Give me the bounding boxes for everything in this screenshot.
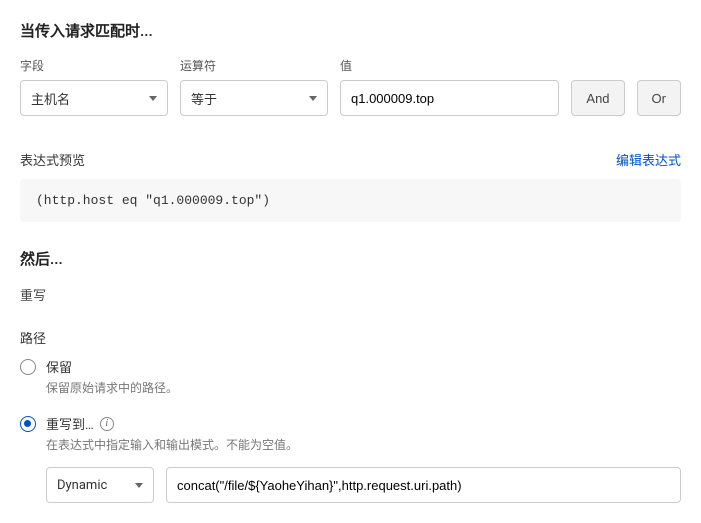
radio-rewrite-desc: 在表达式中指定输入和输出模式。不能为空值。 (46, 436, 298, 453)
value-input[interactable] (351, 81, 548, 115)
then-title: 然后... (20, 248, 681, 269)
radio-icon (20, 416, 36, 432)
radio-preserve-desc: 保留原始请求中的路径。 (46, 379, 178, 396)
chevron-down-icon (309, 96, 317, 101)
field-select-value: 主机名 (31, 89, 141, 108)
radio-option-rewrite[interactable]: 重写到… i 在表达式中指定输入和输出模式。不能为空值。 (20, 414, 681, 453)
value-label: 值 (340, 57, 559, 74)
match-title: 当传入请求匹配时... (20, 20, 681, 41)
radio-preserve-title: 保留 (46, 357, 178, 376)
rewrite-expr-wrapper (166, 467, 681, 503)
expression-preview-code: (http.host eq "q1.000009.top") (20, 179, 681, 222)
path-label: 路径 (20, 328, 681, 347)
preview-block: 表达式预览 编辑表达式 (http.host eq "q1.000009.top… (20, 150, 681, 222)
operator-label: 运算符 (180, 57, 328, 74)
then-action: 重写 (20, 285, 681, 304)
rewrite-type-select[interactable]: Dynamic (46, 467, 154, 503)
operator-select[interactable]: 等于 (180, 80, 328, 116)
radio-icon (20, 359, 36, 375)
field-select[interactable]: 主机名 (20, 80, 168, 116)
rewrite-expr-input[interactable] (177, 468, 670, 502)
and-button[interactable]: And (571, 80, 624, 116)
radio-option-preserve[interactable]: 保留 保留原始请求中的路径。 (20, 357, 681, 396)
value-input-wrapper (340, 80, 559, 116)
field-label: 字段 (20, 57, 168, 74)
edit-expression-link[interactable]: 编辑表达式 (616, 150, 681, 169)
rewrite-type-value: Dynamic (57, 478, 127, 493)
preview-label: 表达式预览 (20, 150, 85, 169)
info-icon[interactable]: i (100, 417, 114, 431)
chevron-down-icon (135, 483, 143, 488)
path-block: 路径 保留 保留原始请求中的路径。 重写到… i 在表达式中指定输入和输出模式。… (20, 328, 681, 503)
operator-select-value: 等于 (191, 89, 301, 108)
radio-rewrite-title: 重写到… (46, 414, 94, 433)
or-button[interactable]: Or (637, 80, 681, 116)
match-row: 字段 主机名 运算符 等于 值 And Or (20, 57, 681, 116)
rewrite-input-row: Dynamic (46, 467, 681, 503)
path-radio-group: 保留 保留原始请求中的路径。 重写到… i 在表达式中指定输入和输出模式。不能为… (20, 357, 681, 453)
then-block: 然后... 重写 (20, 248, 681, 304)
chevron-down-icon (149, 96, 157, 101)
